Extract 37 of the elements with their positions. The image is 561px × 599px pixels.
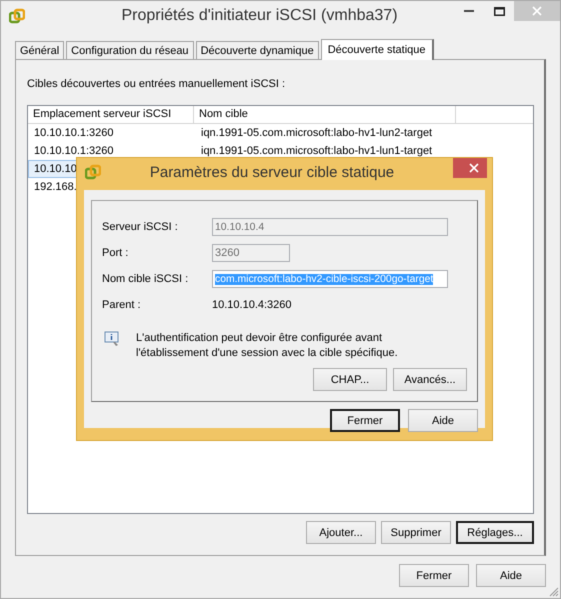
field-label: Port : [102, 247, 130, 259]
info-message: L'authentification peut devoir être configurée avant l'établissement d'une session avec la cible spécifique. [136, 331, 398, 361]
table-cell-text: 10.10.10.1:3260 [33, 145, 115, 157]
list-button[interactable]: Supprimer [381, 521, 451, 544]
tab[interactable]: Découverte statique [320, 39, 434, 60]
field-label: Parent : [102, 299, 142, 311]
field-label: Serveur iSCSI : [102, 221, 179, 233]
table-cell-text: 10.10.10.1:3260 [33, 127, 115, 139]
table-cell-text: iqn.1991-05.com.microsoft:labo-hv1-lun1-target [200, 145, 432, 157]
window-button[interactable]: Aide [476, 564, 546, 587]
field-value: 10.10.10.4:3260 [212, 299, 292, 311]
tab[interactable]: Configuration du réseau [66, 41, 194, 59]
column-header[interactable]: Emplacement serveur iSCSI [28, 106, 194, 123]
close-button[interactable] [453, 158, 487, 178]
dialog-title: Paramètres du serveur cible statique [148, 164, 396, 180]
table-cell-text: 192.168. [33, 181, 78, 193]
window-button[interactable]: Fermer [399, 564, 469, 587]
column-header[interactable]: Nom cible [194, 106, 456, 123]
option-button[interactable]: Avancés... [393, 368, 467, 391]
close-icon [532, 6, 542, 16]
resize-grip-icon[interactable] [548, 586, 559, 597]
dialog-button[interactable]: Fermer [330, 409, 400, 432]
tab[interactable]: Général [15, 41, 64, 59]
table-cell-text: iqn.1991-05.com.microsoft:labo-hv1-lun2-target [200, 127, 432, 139]
list-button[interactable]: Réglages... [456, 521, 534, 544]
maximize-icon [494, 6, 504, 16]
tab[interactable]: Découverte dynamique [196, 41, 319, 59]
window-title: Propriétés d'initiateur iSCSI (vmhba37) [120, 7, 399, 25]
field-label: Nom cible iSCSI : [102, 273, 190, 285]
close-icon [469, 163, 479, 173]
app-logo-icon [85, 164, 101, 180]
list-button[interactable]: Ajouter... [306, 521, 376, 544]
dialog-button[interactable]: Aide [408, 409, 478, 432]
option-button[interactable]: CHAP... [313, 368, 387, 391]
app-logo-icon [9, 8, 25, 24]
minimize-icon [464, 10, 474, 12]
list-label: Cibles découvertes ou entrées manuellement iSCSI : [27, 78, 286, 90]
